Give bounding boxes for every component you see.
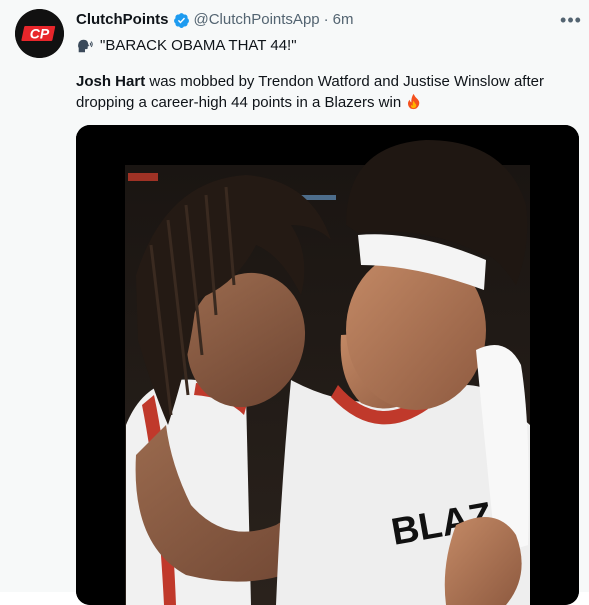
- avatar[interactable]: CP: [15, 9, 64, 58]
- tweet-card[interactable]: CP ClutchPoints @ClutchPointsApp · 6m ••…: [0, 0, 589, 605]
- tweet-body: Josh Hart was mobbed by Trendon Watford …: [76, 71, 566, 113]
- quote-text: "BARACK OBAMA THAT 44!": [100, 37, 297, 54]
- handle[interactable]: @ClutchPointsApp: [194, 10, 320, 30]
- separator-dot: ·: [323, 11, 329, 28]
- more-options-icon[interactable]: •••: [560, 10, 582, 30]
- tweet-media-image[interactable]: BLAZ: [76, 125, 579, 605]
- tweet-header: ClutchPoints @ClutchPointsApp · 6m: [76, 10, 353, 30]
- display-name[interactable]: ClutchPoints: [76, 10, 169, 30]
- verified-badge-icon: [173, 12, 189, 28]
- fire-icon: [408, 93, 420, 110]
- tweet-body-text: was mobbed by Trendon Watford and Justis…: [76, 73, 544, 111]
- tweet-quote-line: "BARACK OBAMA THAT 44!": [76, 36, 297, 56]
- mentioned-player: Josh Hart: [76, 73, 146, 90]
- players-photo: BLAZ: [76, 125, 579, 605]
- logo-text: CP: [30, 26, 50, 42]
- timestamp[interactable]: 6m: [333, 10, 354, 30]
- clutchpoints-logo: CP: [15, 9, 64, 58]
- speaking-head-icon: [78, 39, 93, 53]
